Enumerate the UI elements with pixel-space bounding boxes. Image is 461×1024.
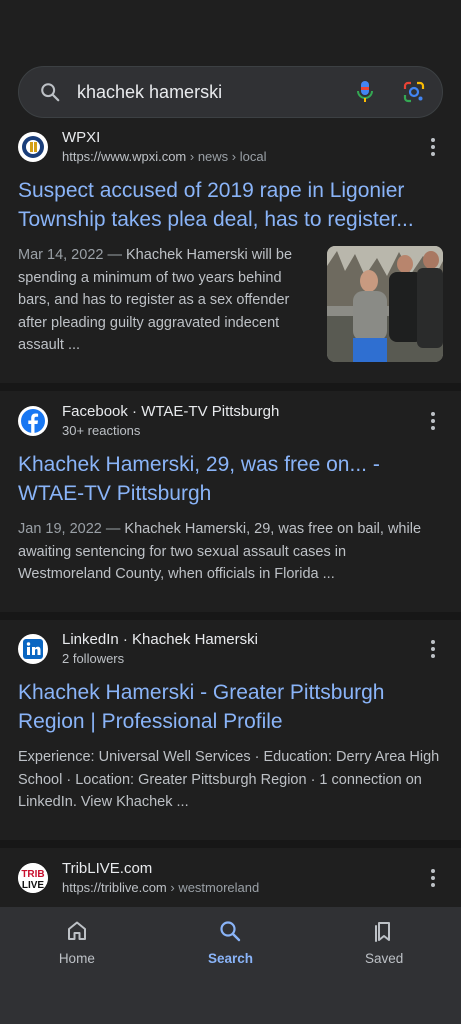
saved-bookmarks-icon <box>375 922 391 942</box>
result-title-link[interactable]: Khachek Hamerski, 29, was free on... - W… <box>18 450 443 508</box>
search-result-card: TRIB LIVE TribLIVE.com https://triblive.… <box>0 848 461 908</box>
source-meta: 2 followers <box>62 651 125 666</box>
result-source[interactable]: Facebook · WTAE-TV Pittsburgh 30+ reacti… <box>18 400 443 442</box>
home-icon <box>67 921 86 940</box>
source-url: https://triblive.com › westmoreland <box>62 880 260 895</box>
result-source[interactable]: TRIB LIVE TribLIVE.com https://triblive.… <box>18 857 443 899</box>
result-snippet: Experience: Universal Well Services · Ed… <box>18 749 440 810</box>
nav-home[interactable]: Home <box>17 919 137 1024</box>
nav-saved-label: Saved <box>365 951 404 966</box>
source-name: TribLIVE.com <box>62 860 153 877</box>
search-result-card: LinkedIn · Khachek Hamerski 2 followers … <box>0 620 461 840</box>
search-result-card: WPXI https://www.wpxi.com › news › local… <box>0 126 461 381</box>
result-source[interactable]: LinkedIn · Khachek Hamerski 2 followers <box>18 628 443 670</box>
search-icon <box>41 83 60 102</box>
microphone-icon[interactable] <box>354 79 376 105</box>
result-divider <box>0 612 461 620</box>
svg-text:LIVE: LIVE <box>22 880 45 891</box>
result-snippet: Mar 14, 2022 — Khachek Hamerski will be … <box>18 247 293 353</box>
nav-home-label: Home <box>58 951 95 966</box>
source-name: WPXI <box>62 129 101 146</box>
result-thumbnail-image[interactable] <box>327 246 443 362</box>
result-title-link[interactable]: Khachek Hamerski - Greater Pittsburgh Re… <box>18 678 443 736</box>
result-snippet: Jan 19, 2022 — Khachek Hamerski, 29, was… <box>18 521 422 582</box>
more-options-icon[interactable] <box>423 137 443 157</box>
result-divider <box>0 840 461 848</box>
search-results-page: khachek hamerski WPXI https://www.wpxi.c… <box>0 0 461 1024</box>
bottom-navigation: Home Search Saved <box>0 907 461 1024</box>
google-lens-icon[interactable] <box>402 80 426 104</box>
svg-text:TRIB: TRIB <box>21 869 44 880</box>
search-bar[interactable]: khachek hamerski <box>18 66 443 118</box>
nav-saved[interactable]: Saved <box>324 919 444 1024</box>
wpxi-favicon-icon <box>18 132 48 162</box>
source-meta: 30+ reactions <box>62 423 141 438</box>
search-result-card: Facebook · WTAE-TV Pittsburgh 30+ reacti… <box>0 391 461 612</box>
result-divider <box>0 383 461 391</box>
result-title-link[interactable]: Suspect accused of 2019 rape in Ligonier… <box>18 176 443 234</box>
source-name: Facebook · WTAE-TV Pittsburgh <box>62 403 280 420</box>
more-options-icon[interactable] <box>423 868 443 888</box>
source-name: LinkedIn · Khachek Hamerski <box>62 631 258 648</box>
triblive-favicon-icon: TRIB LIVE <box>18 863 48 893</box>
linkedin-favicon-icon <box>18 634 48 664</box>
more-options-icon[interactable] <box>423 411 443 431</box>
nav-search-label: Search <box>207 951 253 966</box>
source-url: https://www.wpxi.com › news › local <box>62 149 267 164</box>
search-input[interactable]: khachek hamerski <box>77 82 354 103</box>
facebook-favicon-icon <box>18 406 48 436</box>
more-options-icon[interactable] <box>423 639 443 659</box>
result-source[interactable]: WPXI https://www.wpxi.com › news › local <box>18 126 443 168</box>
search-icon <box>220 921 241 942</box>
nav-search[interactable]: Search <box>170 919 290 1024</box>
